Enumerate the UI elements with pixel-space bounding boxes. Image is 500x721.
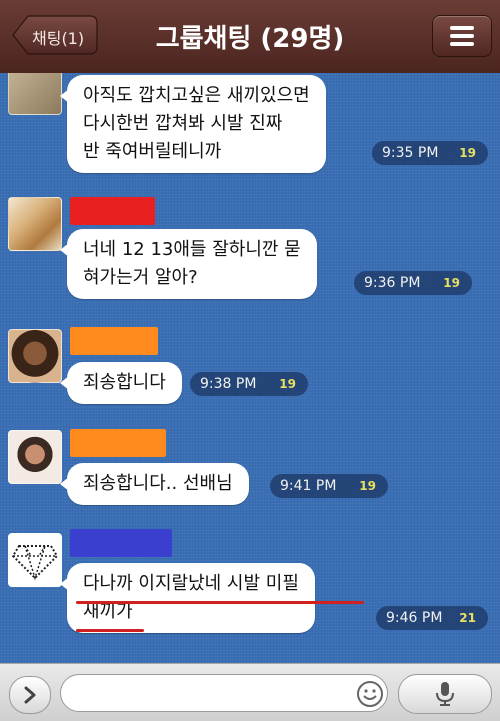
message-time: 9:46 PM	[386, 610, 443, 626]
message-line: 혀가는거 알아?	[83, 267, 198, 288]
message-meta: 9:41 PM 19	[270, 474, 388, 498]
avatar[interactable]	[8, 430, 62, 484]
emoji-icon	[357, 681, 383, 707]
chat-app: 채팅(1) 그룹채팅 (29명) 아직도 깝치고싶은 새끼있으면 다시한번 깝쳐…	[0, 0, 500, 721]
back-button[interactable]: 채팅(1)	[12, 15, 98, 55]
unread-count: 19	[459, 146, 476, 160]
avatar[interactable]	[8, 197, 62, 251]
message-line: 아직도 깝치고싶은 새끼있으면	[83, 85, 310, 106]
sender-name-redacted	[70, 429, 166, 457]
expand-button[interactable]	[9, 676, 51, 714]
sender-name-redacted	[70, 197, 155, 225]
message-time: 9:35 PM	[382, 145, 439, 161]
header-bar: 채팅(1) 그룹채팅 (29명)	[0, 0, 500, 74]
message-line: 다나까 이지랄났네 시발 미필	[83, 573, 299, 594]
unread-count: 19	[279, 377, 296, 391]
message-line: 죄송합니다.. 선배님	[83, 473, 233, 494]
message-bubble[interactable]: 아직도 깝치고싶은 새끼있으면 다시한번 깝쳐봐 시발 진짜 반 죽여버릴테니까	[60, 75, 326, 173]
emoji-button[interactable]	[355, 679, 385, 709]
message-time: 9:41 PM	[280, 478, 337, 494]
voice-button[interactable]	[398, 674, 492, 714]
unread-count: 19	[443, 276, 460, 290]
message-meta: 9:46 PM 21	[376, 606, 488, 630]
bubble-tail	[60, 243, 69, 257]
chat-area[interactable]: 아직도 깝치고싶은 새끼있으면 다시한번 깝쳐봐 시발 진짜 반 죽여버릴테니까…	[0, 73, 500, 663]
message-line: 반 죽여버릴테니까	[83, 141, 222, 162]
message-bubble[interactable]: 너네 12 13애들 잘하니깐 묻 혀가는거 알아?	[60, 229, 317, 299]
avatar[interactable]	[8, 329, 62, 383]
microphone-icon	[436, 682, 454, 706]
diamond-icon	[11, 545, 59, 581]
message-line: 너네 12 13애들 잘하니깐 묻	[83, 239, 301, 260]
message-bubble[interactable]: 다나까 이지랄났네 시발 미필 새끼가	[60, 563, 315, 633]
bubble-tail	[60, 89, 69, 103]
message-input[interactable]	[60, 674, 388, 712]
message-bubble[interactable]: 죄송합니다	[60, 362, 182, 404]
bubble-tail	[60, 376, 69, 390]
highlight-underline	[76, 629, 144, 632]
highlight-underline	[76, 601, 364, 604]
sender-name-redacted	[70, 327, 158, 355]
message-meta: 9:36 PM 19	[354, 271, 472, 295]
page-title: 그룹채팅 (29명)	[155, 24, 345, 54]
sender-name-redacted	[70, 529, 172, 557]
unread-count: 19	[359, 479, 376, 493]
unread-count: 21	[459, 611, 476, 625]
bubble-tail	[60, 477, 69, 491]
menu-button[interactable]	[432, 15, 492, 57]
avatar[interactable]	[8, 533, 62, 587]
message-bubble[interactable]: 죄송합니다.. 선배님	[60, 463, 249, 505]
message-time: 9:38 PM	[200, 376, 257, 392]
avatar[interactable]	[8, 73, 62, 115]
message-meta: 9:38 PM 19	[190, 372, 308, 396]
message-time: 9:36 PM	[364, 275, 421, 291]
bubble-tail	[60, 577, 69, 591]
message-line: 죄송합니다	[83, 372, 166, 393]
message-meta: 9:35 PM 19	[372, 141, 488, 165]
chevron-right-icon	[24, 686, 36, 704]
message-line: 다시한번 깝쳐봐 시발 진짜	[83, 113, 283, 134]
input-bar	[0, 663, 500, 721]
back-button-label: 채팅(1)	[32, 29, 85, 48]
